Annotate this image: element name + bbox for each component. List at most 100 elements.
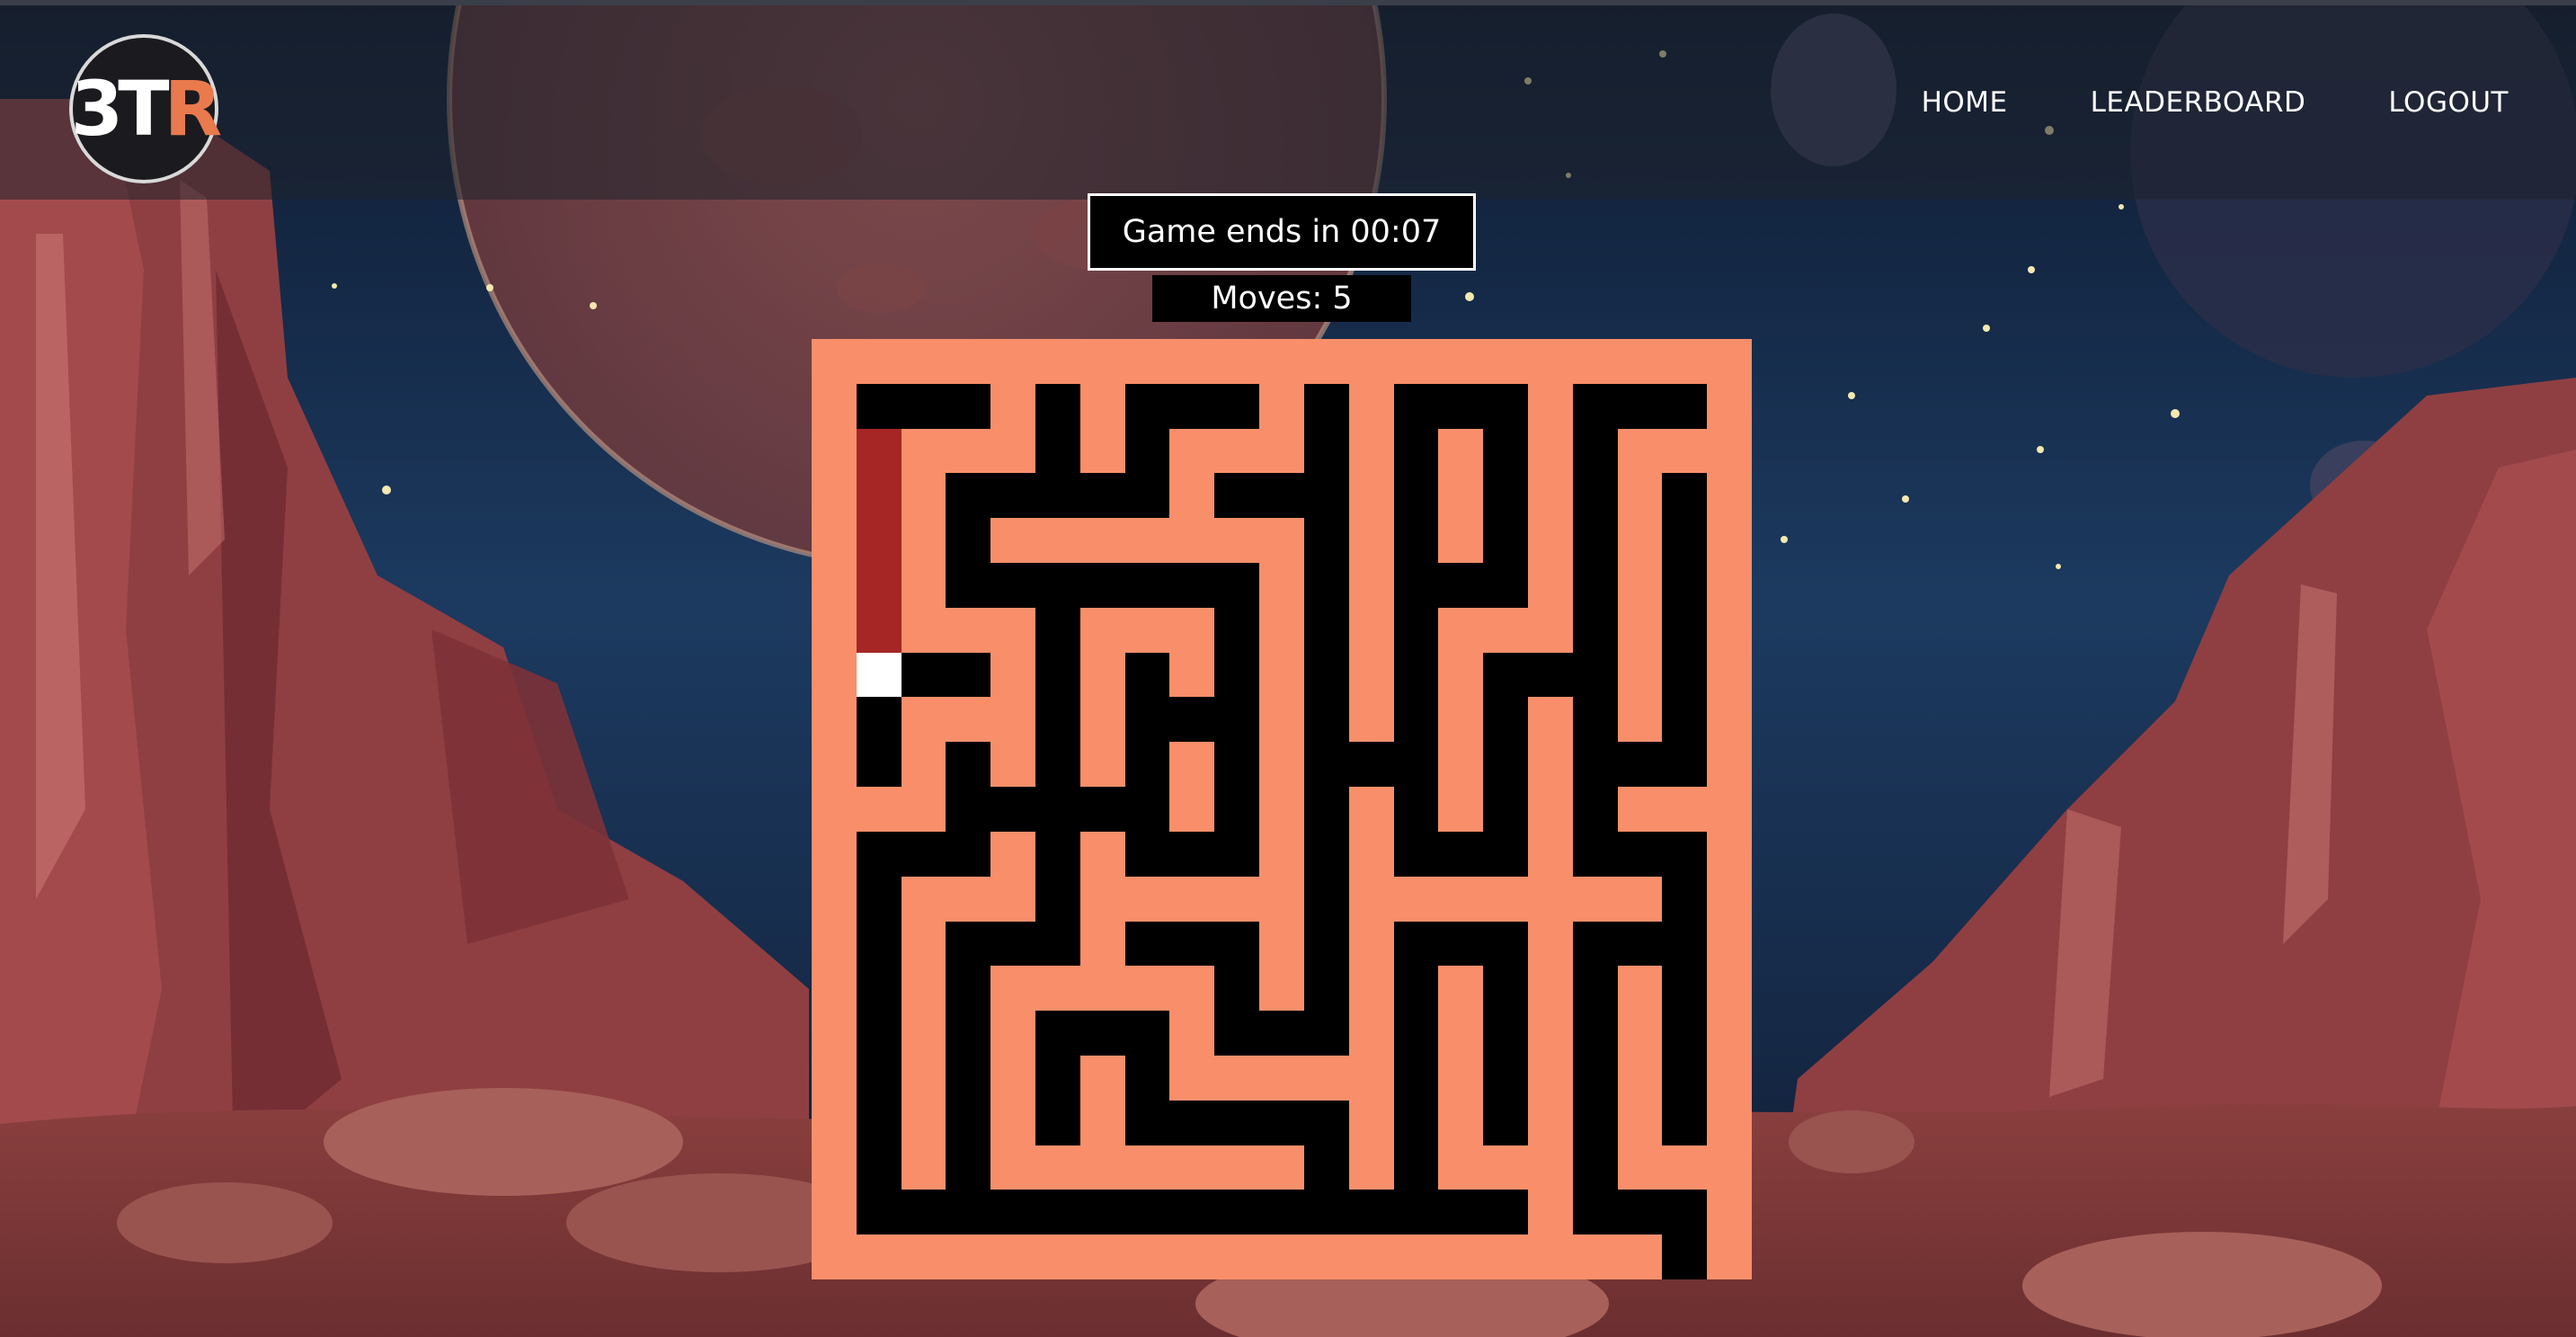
maze-path-cell: [1393, 697, 1439, 743]
maze-path-cell: [856, 831, 902, 877]
maze-wall-cell: [901, 1100, 946, 1145]
maze-path-cell: [946, 1100, 991, 1145]
maze-path-cell: [1035, 473, 1080, 519]
maze-path-cell: [1483, 518, 1528, 564]
maze-path-cell: [1572, 831, 1618, 877]
maze-wall-cell: [1348, 787, 1394, 832]
maze-wall-cell: [1259, 652, 1304, 698]
maze-path-cell: [1438, 831, 1484, 877]
player-marker: [856, 652, 902, 698]
maze-path-cell: [1214, 383, 1260, 429]
maze-wall-cell: [812, 652, 857, 698]
maze-path-cell: [1572, 742, 1618, 788]
maze-wall-cell: [1214, 339, 1260, 384]
maze-wall-cell: [901, 339, 946, 384]
maze-path-cell: [901, 383, 946, 429]
maze-wall-cell: [1214, 1234, 1260, 1279]
maze-path-cell: [1483, 966, 1528, 1012]
maze-wall-cell: [990, 876, 1036, 922]
maze-wall-cell: [990, 1055, 1036, 1101]
maze-wall-cell: [1079, 428, 1125, 474]
maze-path-cell: [1303, 428, 1349, 474]
maze-wall-cell: [1707, 966, 1752, 1012]
maze-wall-cell: [901, 787, 946, 832]
maze-wall-cell: [1438, 1145, 1484, 1190]
maze-path-cell: [1169, 1100, 1215, 1145]
maze-wall-cell: [1707, 563, 1752, 608]
maze-wall-cell: [1348, 697, 1394, 743]
maze-path-cell: [856, 1055, 902, 1101]
maze-wall-cell: [1214, 876, 1260, 922]
maze-path-cell: [901, 652, 946, 698]
maze-path-cell: [946, 742, 991, 788]
maze-path-cell: [1035, 1190, 1080, 1235]
nav-home-link[interactable]: HOME: [1922, 86, 2008, 119]
maze-wall-cell: [1169, 1145, 1215, 1190]
maze-wall-cell: [812, 697, 857, 743]
maze-wall-cell: [1169, 339, 1215, 384]
maze-wall-cell: [856, 1234, 902, 1279]
maze-wall-cell: [1259, 339, 1304, 384]
maze-wall-cell: [1348, 428, 1394, 474]
maze-wall-cell: [1169, 473, 1215, 519]
maze-wall-cell: [1348, 831, 1394, 877]
maze-path-cell: [1035, 742, 1080, 788]
maze-path-cell: [1572, 518, 1618, 564]
maze-path-cell: [1483, 383, 1528, 429]
maze-path-cell: [1348, 1190, 1394, 1235]
maze-path-cell: [1662, 966, 1708, 1012]
maze-path-cell: [1438, 1190, 1484, 1235]
maze-wall-cell: [1662, 339, 1708, 384]
maze-wall-cell: [812, 966, 857, 1012]
maze-wall-cell: [1527, 831, 1573, 877]
maze-path-cell: [1662, 1234, 1708, 1279]
maze-wall-cell: [1348, 1145, 1394, 1190]
maze-wall-cell: [1438, 1100, 1484, 1145]
maze-path-cell: [1348, 742, 1394, 788]
maze-wall-cell: [1303, 1234, 1349, 1279]
maze-wall-cell: [1259, 428, 1304, 474]
maze-wall-cell: [1348, 518, 1394, 564]
app-logo[interactable]: 3T R: [69, 34, 222, 183]
maze-wall-cell: [812, 428, 857, 474]
maze-path-cell: [990, 787, 1036, 832]
maze-wall-cell: [1079, 831, 1125, 877]
maze-path-cell: [1303, 921, 1349, 967]
maze-wall-cell: [812, 1145, 857, 1190]
maze-path-cell: [1572, 787, 1618, 832]
maze-path-cell: [1259, 1011, 1304, 1056]
nav-logout-link[interactable]: LOGOUT: [2388, 86, 2509, 119]
maze-wall-cell: [812, 1100, 857, 1145]
maze-path-cell: [1662, 563, 1708, 608]
maze-wall-cell: [1169, 1011, 1215, 1056]
maze-wall-cell: [901, 518, 946, 564]
maze-wall-cell: [1438, 607, 1484, 653]
maze-wall-cell: [1527, 1055, 1573, 1101]
maze-wall-cell: [1707, 742, 1752, 788]
maze-path-cell: [901, 831, 946, 877]
maze-path-cell: [1035, 831, 1080, 877]
maze-path-cell: [1662, 473, 1708, 519]
maze-wall-cell: [901, 742, 946, 788]
maze-path-cell: [1393, 652, 1439, 698]
maze-wall-cell: [1124, 518, 1170, 564]
maze-path-cell: [1303, 607, 1349, 653]
maze-wall-cell: [1079, 1100, 1125, 1145]
maze-path-cell: [1393, 563, 1439, 608]
maze-path-cell: [1079, 473, 1125, 519]
maze-wall-cell: [1438, 1234, 1484, 1279]
maze-path-cell: [1214, 652, 1260, 698]
maze-path-cell: [1572, 697, 1618, 743]
maze-wall-cell: [1707, 473, 1752, 519]
maze-path-cell: [1483, 473, 1528, 519]
maze-wall-cell: [1707, 607, 1752, 653]
maze-wall-cell: [990, 1234, 1036, 1279]
maze-path-cell: [1124, 1055, 1170, 1101]
maze-board[interactable]: [812, 339, 1752, 1279]
maze-wall-cell: [1079, 1145, 1125, 1190]
maze-wall-cell: [1348, 876, 1394, 922]
top-navigation-bar: 3T R HOME LEADERBOARD LOGOUT: [0, 0, 2576, 200]
maze-path-cell: [1393, 742, 1439, 788]
nav-leaderboard-link[interactable]: LEADERBOARD: [2091, 86, 2306, 119]
maze-wall-cell: [812, 518, 857, 564]
